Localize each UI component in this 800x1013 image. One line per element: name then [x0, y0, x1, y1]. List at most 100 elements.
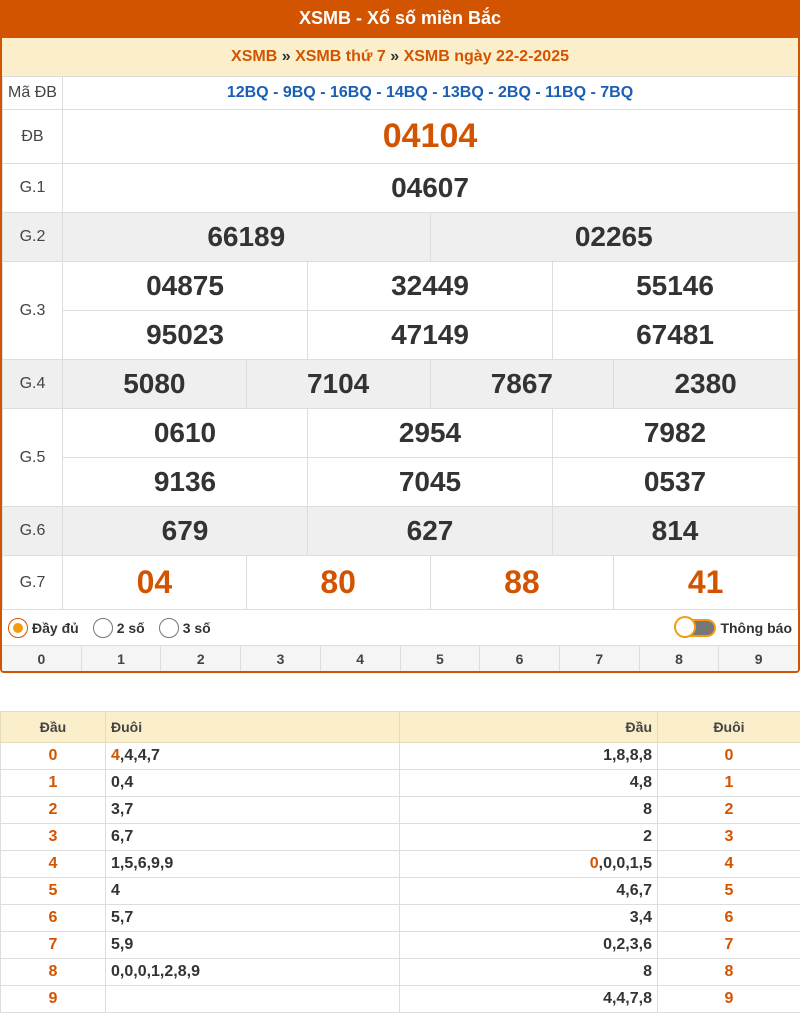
- radio-three-digits[interactable]: [158, 617, 179, 638]
- option-three-label: 3 số: [182, 619, 211, 636]
- prize-g3-number: 67481: [552, 310, 798, 360]
- prize-g3-number: 32449: [307, 261, 553, 311]
- loto-duoi: 4,4,4,7: [105, 742, 400, 770]
- loto-duoi-values: ,4,4,7: [119, 747, 160, 764]
- prize-g5-number: 7982: [552, 408, 798, 458]
- prize-label-db: ĐB: [2, 109, 63, 164]
- prize-g2-number: 66189: [62, 212, 431, 262]
- loto-duoi-values: 5,7: [111, 909, 134, 926]
- loto-dau2-values: ,0,0,1,5: [598, 855, 652, 872]
- loto-duoi-highlight: 4: [111, 747, 120, 764]
- loto-duoi: 0,4: [105, 769, 400, 797]
- prize-g3-number: 47149: [307, 310, 553, 360]
- loto-duoi: 3,7: [105, 796, 400, 824]
- loto-dau2: 4,6,7: [399, 877, 658, 905]
- results-box: XSMB - Xổ số miền Bắc XSMB » XSMB thứ 7 …: [0, 0, 800, 673]
- loto-duoi-values: 3,7: [111, 801, 134, 818]
- digit-filter-2[interactable]: 2: [161, 646, 242, 671]
- prize-g5-number: 9136: [62, 457, 308, 507]
- prize-g5-number: 0537: [552, 457, 798, 507]
- digit-filter-4[interactable]: 4: [321, 646, 401, 671]
- loto-row: 2 3,7 8 2: [0, 796, 800, 824]
- loto-duoi2: 1: [657, 769, 800, 797]
- loto-dau2-values: 0,2,3,6: [603, 936, 652, 953]
- loto-header-dau2: Đầu: [399, 711, 658, 743]
- prize-g3-number: 55146: [552, 261, 798, 311]
- notify-label: Thông báo: [720, 619, 792, 636]
- loto-duoi: 5,7: [105, 904, 400, 932]
- loto-duoi-values: 6,7: [111, 828, 134, 845]
- loto-dau2-values: 4,4,7,8: [603, 990, 652, 1007]
- loto-header-duoi: Đuôi: [105, 711, 400, 743]
- loto-dau: 8: [0, 958, 106, 986]
- ma-db-label: Mã ĐB: [2, 76, 63, 110]
- loto-header-dau: Đầu: [0, 711, 106, 743]
- digit-filter-0[interactable]: 0: [2, 646, 82, 671]
- loto-duoi2: 0: [657, 742, 800, 770]
- digit-filter-6[interactable]: 6: [480, 646, 560, 671]
- loto-dau2-values: 4,8: [629, 774, 652, 791]
- option-full-label: Đầy đủ: [32, 619, 79, 636]
- prize-g7-number: 41: [613, 555, 798, 610]
- breadcrumb-xsmb[interactable]: XSMB: [231, 48, 277, 65]
- results-table: Mã ĐB 12BQ - 9BQ - 16BQ - 14BQ - 13BQ - …: [2, 76, 798, 610]
- loto-duoi2: 4: [657, 850, 800, 878]
- prize-label-g1: G.1: [2, 163, 63, 213]
- digit-filter-9[interactable]: 9: [719, 646, 798, 671]
- prize-label-g2: G.2: [2, 212, 63, 262]
- prize-label-g3: G.3: [2, 261, 63, 360]
- digit-filter-1[interactable]: 1: [82, 646, 162, 671]
- digit-filter-8[interactable]: 8: [640, 646, 720, 671]
- digit-filter: 0 1 2 3 4 5 6 7 8 9: [2, 645, 798, 671]
- loto-duoi: 1,5,6,9,9: [105, 850, 400, 878]
- radio-two-digits[interactable]: [92, 617, 113, 638]
- loto-dau: 6: [0, 904, 106, 932]
- prize-label-g6: G.6: [2, 506, 63, 556]
- loto-row: 0 4,4,4,7 1,8,8,8 0: [0, 742, 800, 770]
- digit-filter-5[interactable]: 5: [401, 646, 481, 671]
- digit-filter-7[interactable]: 7: [560, 646, 640, 671]
- prize-g5-number: 7045: [307, 457, 553, 507]
- prize-g4-number: 2380: [613, 359, 798, 409]
- prize-g4-number: 5080: [62, 359, 247, 409]
- prize-g7-number: 04: [62, 555, 247, 610]
- loto-dau: 4: [0, 850, 106, 878]
- notify-toggle[interactable]: [674, 615, 717, 638]
- option-three-digits[interactable]: 3 số: [158, 617, 211, 638]
- loto-dau2-values: 2: [643, 828, 652, 845]
- loto-header-duoi2: Đuôi: [657, 711, 800, 743]
- option-full[interactable]: Đầy đủ: [8, 617, 79, 638]
- loto-dau2: 0,0,0,1,5: [399, 850, 658, 878]
- loto-duoi2: 9: [657, 985, 800, 1013]
- loto-dau2-highlight: 0: [589, 855, 599, 872]
- prize-g7-number: 88: [429, 555, 615, 610]
- loto-row: 3 6,7 2 3: [0, 823, 800, 851]
- loto-duoi2: 7: [657, 931, 800, 959]
- loto-duoi: 6,7: [105, 823, 400, 851]
- loto-dau: 9: [0, 985, 106, 1013]
- prize-g6-number: 814: [552, 506, 798, 556]
- loto-duoi-values: 4: [111, 882, 120, 899]
- loto-duoi-values: 1,5,6,9,9: [111, 855, 174, 872]
- radio-full[interactable]: [8, 617, 28, 638]
- prize-g4-number: 7104: [245, 359, 431, 409]
- loto-duoi: 5,9: [105, 931, 400, 959]
- loto-body: 0 4,4,4,7 1,8,8,8 0 1 0,4 4,8 1 2 3,7 8 2 3 6,7 2 3 4 1,5…: [0, 742, 800, 1013]
- prize-label-g5: G.5: [2, 408, 63, 507]
- loto-dau: 1: [0, 769, 106, 797]
- loto-row: 8 0,0,0,1,2,8,9 8 8: [0, 958, 800, 986]
- loto-duoi2: 8: [657, 958, 800, 986]
- breadcrumb-sep: »: [390, 48, 400, 65]
- digit-filter-3[interactable]: 3: [241, 646, 321, 671]
- breadcrumb-xsmb-thu7[interactable]: XSMB thứ 7: [295, 48, 386, 65]
- ma-db-value: 12BQ - 9BQ - 16BQ - 14BQ - 13BQ - 2BQ - …: [62, 76, 798, 110]
- loto-row: 6 5,7 3,4 6: [0, 904, 800, 932]
- breadcrumb-xsmb-date[interactable]: XSMB ngày 22-2-2025: [404, 48, 569, 65]
- toggle-knob: [674, 615, 697, 638]
- option-two-digits[interactable]: 2 số: [92, 617, 145, 638]
- display-options: Đầy đủ 2 số 3 số Thông báo: [2, 610, 798, 645]
- loto-duoi2: 3: [657, 823, 800, 851]
- loto-row: 4 1,5,6,9,9 0,0,0,1,5 4: [0, 850, 800, 878]
- loto-dau: 2: [0, 796, 106, 824]
- loto-dau: 3: [0, 823, 106, 851]
